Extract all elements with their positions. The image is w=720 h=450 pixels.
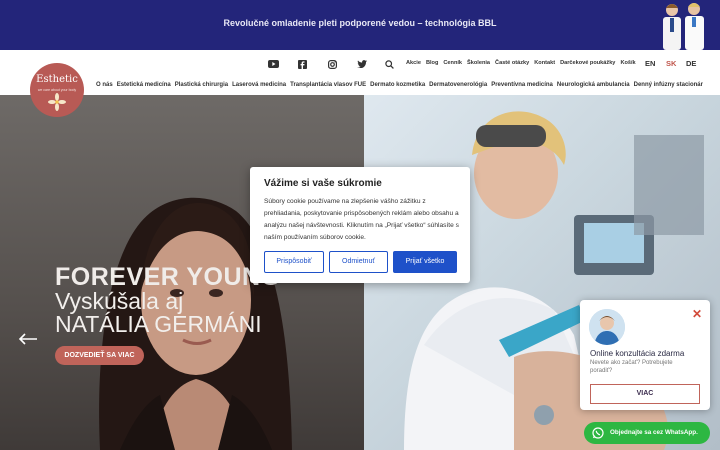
top-link-faq[interactable]: Časté otázky [495, 60, 529, 66]
site-logo[interactable]: Esthetic we care about your body [30, 63, 84, 117]
nav-item-preventivna-medicina[interactable]: Preventívna medicína [491, 82, 553, 88]
slider-prev-arrow-icon[interactable] [18, 333, 38, 345]
whatsapp-order-button[interactable]: Objednajte sa cez WhatsApp. [584, 422, 710, 444]
lang-de[interactable]: DE [686, 59, 696, 68]
top-link-gift-vouchers[interactable]: Darčekové poukážky [560, 60, 615, 66]
chat-more-button[interactable]: VIAC [590, 384, 700, 404]
nav-item-infuzny-stacionar[interactable]: Denný infúzny stacionár [634, 82, 703, 88]
cookie-customize-button[interactable]: Prispôsobiť [264, 251, 324, 273]
facebook-icon[interactable] [295, 58, 309, 70]
top-link-akcie[interactable]: Akcie [406, 60, 421, 66]
youtube-icon[interactable] [266, 58, 280, 70]
flower-icon [48, 93, 66, 111]
nav-item-o-nas[interactable]: O nás [96, 82, 113, 88]
twitter-icon[interactable] [355, 58, 369, 70]
cookie-body: Súbory cookie používame na zlepšenie váš… [264, 198, 459, 241]
doctors-image [663, 3, 704, 50]
instagram-icon[interactable] [325, 58, 339, 70]
cookie-consent-dialog: Vážime si vaše súkromie Súbory cookie po… [250, 167, 470, 283]
cookie-accept-all-button[interactable]: Prijať všetko [393, 251, 457, 273]
hero-celebrity-name: NATÁLIA GERMÁNI [55, 311, 262, 337]
top-link-cart[interactable]: Košík [620, 60, 635, 66]
top-link-skolenia[interactable]: Školenia [467, 60, 490, 66]
promo-banner[interactable]: Revolučné omladenie pleti podporené vedo… [0, 0, 720, 50]
consultant-avatar [589, 309, 625, 345]
cookie-title: Vážime si vaše súkromie [264, 178, 382, 189]
hero-cta-button[interactable]: DOZVEDIEŤ SA VIAC [55, 346, 144, 365]
site-header [0, 50, 720, 95]
chat-title: Online konzultácia zdarma [590, 349, 685, 358]
top-links: Akcie Blog Cenník Školenia Časté otázky … [406, 60, 636, 66]
logo-name: Esthetic [36, 74, 78, 85]
nav-item-plasticka-chirurgia[interactable]: Plastická chirurgia [175, 82, 228, 88]
lang-sk[interactable]: SK [666, 59, 676, 68]
lang-en[interactable]: EN [645, 59, 655, 68]
nav-item-dermato-kozmetika[interactable]: Dermato kozmetika [370, 82, 425, 88]
nav-item-transplantacia-vlasov[interactable]: Transplantácia vlasov FUE [290, 82, 366, 88]
nav-item-neurologicka-ambulancia[interactable]: Neurologická ambulancia [557, 82, 630, 88]
top-link-kontakt[interactable]: Kontakt [534, 60, 555, 66]
main-nav: O nás Estetická medicína Plastická chiru… [96, 82, 703, 88]
whatsapp-icon [592, 427, 604, 439]
promo-text: Revolučné omladenie pleti podporené vedo… [223, 18, 497, 28]
cookie-reject-button[interactable]: Odmietnuť [329, 251, 388, 273]
top-link-blog[interactable]: Blog [426, 60, 438, 66]
nav-item-dermatovenerologia[interactable]: Dermatovenerológia [429, 82, 487, 88]
logo-tagline: we care about your body [37, 88, 77, 92]
chat-subtitle: Nevete ako začať? Potrebujete poradiť? [590, 360, 673, 374]
search-icon[interactable] [382, 58, 396, 70]
consultation-chat-widget: ✕ Online konzultácia zdarma Nevete ako z… [580, 300, 710, 410]
whatsapp-text: Objednajte sa cez WhatsApp. [610, 429, 698, 436]
close-icon[interactable]: ✕ [692, 307, 702, 321]
top-link-cennik[interactable]: Cenník [443, 60, 462, 66]
nav-item-laserova-medicina[interactable]: Laserová medicína [232, 82, 286, 88]
nav-item-esteticka-medicina[interactable]: Estetická medicína [117, 82, 171, 88]
